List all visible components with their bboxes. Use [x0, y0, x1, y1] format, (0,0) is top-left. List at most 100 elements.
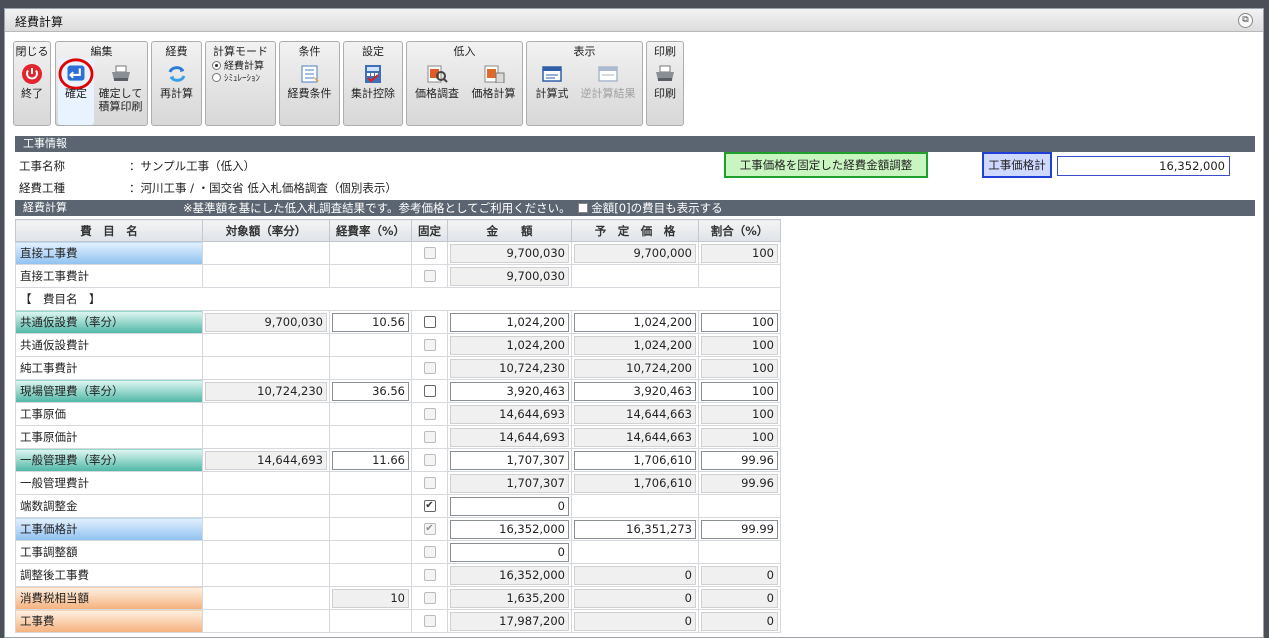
- cost-rate-cell: 10: [329, 586, 412, 610]
- cost-rate-cell: 11.66: [329, 448, 412, 472]
- mode-radio-cost-calc[interactable]: 経費計算: [212, 57, 264, 72]
- ratio-cell: 0: [698, 563, 781, 587]
- price-calculation-button[interactable]: 価格計算: [465, 58, 522, 125]
- project-name-value: ：サンプル工事（低入）: [129, 159, 256, 173]
- mode-radio-simulation-label: ｼﾐｭﾚｰｼｮﾝ: [224, 74, 261, 84]
- exit-button[interactable]: 終了: [14, 58, 50, 125]
- planned-price-field: 0: [574, 611, 696, 631]
- target-amount-field: 10,724,230: [205, 381, 327, 401]
- project-total-value: 16,352,000: [1057, 156, 1230, 176]
- planned-price-field[interactable]: 16,351,273: [574, 519, 696, 539]
- planned-price-cell: 0: [571, 609, 699, 633]
- cost-item-name: 消費税相当額: [15, 586, 203, 610]
- fixed-checkbox-checked[interactable]: ✔: [423, 500, 436, 512]
- amount-cell: 9,700,030: [447, 264, 572, 288]
- fixed-checkbox: [423, 615, 436, 627]
- amount-field[interactable]: 1,707,307: [450, 450, 569, 470]
- table-row: 消費税相当額 10 1,635,200 0 0: [15, 586, 781, 610]
- planned-price-cell: 1,024,200: [571, 310, 699, 334]
- cost-calculation-window: 経費計算 ⧉ 閉じる 終了 編集 確定 確定して 積算印刷 経費 再計算 計算モー…: [4, 8, 1264, 638]
- target-amount-cell: [202, 563, 330, 587]
- cost-item-name: 工事調整額: [15, 540, 203, 564]
- confirm-print-label-line2: 積算印刷: [98, 100, 143, 113]
- target-amount-cell: [202, 264, 330, 288]
- aggregate-deduction-button[interactable]: 集計控除: [344, 58, 402, 125]
- fixed-checkbox[interactable]: [423, 385, 436, 397]
- restore-window-icon[interactable]: ⧉: [1238, 13, 1253, 28]
- planned-price-field[interactable]: 1,706,610: [574, 450, 696, 470]
- planned-price-field[interactable]: 1,024,200: [574, 312, 696, 332]
- toolbar-group-display: 表示 計算式 逆計算結果: [526, 41, 643, 126]
- fixed-cell: [411, 425, 448, 449]
- fixed-checkbox: [423, 408, 436, 420]
- ratio-field: 100: [701, 335, 778, 355]
- mode-radio-simulation[interactable]: ｼﾐｭﾚｰｼｮﾝ: [212, 71, 260, 84]
- ratio-cell: 100: [698, 356, 781, 380]
- amount-cell: 1,024,200: [447, 333, 572, 357]
- ratio-field: 100: [701, 427, 778, 447]
- fixed-cell: [411, 609, 448, 633]
- planned-price-field[interactable]: 3,920,463: [574, 381, 696, 401]
- confirm-button[interactable]: 確定: [58, 58, 94, 125]
- amount-field[interactable]: 3,920,463: [450, 381, 569, 401]
- recalculate-label: 再計算: [160, 87, 193, 100]
- fixed-cell: [411, 241, 448, 265]
- cost-rate-field[interactable]: 11.66: [332, 450, 409, 470]
- amount-field[interactable]: 16,352,000: [450, 519, 569, 539]
- amount-field[interactable]: 1,024,200: [450, 312, 569, 332]
- price-survey-button[interactable]: 価格調査: [409, 58, 465, 125]
- reverse-calc-result-button[interactable]: 逆計算結果: [575, 58, 641, 125]
- confirm-print-label-line1: 確定して: [98, 87, 143, 100]
- ratio-field[interactable]: 99.96: [701, 450, 778, 470]
- ratio-field[interactable]: 99.99: [701, 519, 778, 539]
- table-row: 直接工事費計 9,700,030: [15, 264, 781, 288]
- cost-item-name: 工事原価計: [15, 425, 203, 449]
- ratio-cell: [698, 264, 781, 288]
- amount-field: 1,024,200: [450, 335, 569, 355]
- amount-cell: 1,024,200: [447, 310, 572, 334]
- confirm-print-label: 確定して 積算印刷: [94, 87, 147, 113]
- cost-rate-cell: [329, 425, 412, 449]
- formula-button[interactable]: 計算式: [529, 58, 575, 125]
- cost-item-name: 共通仮設費（率分）: [15, 310, 203, 334]
- fixed-checkbox: [423, 546, 436, 558]
- amount-field: 1,707,307: [450, 473, 569, 493]
- amount-field: 9,700,030: [450, 266, 569, 286]
- planned-price-cell: 16,351,273: [571, 517, 699, 541]
- target-amount-cell: [202, 494, 330, 518]
- amount-field[interactable]: 0: [450, 542, 569, 562]
- cost-rate-field[interactable]: 36.56: [332, 381, 409, 401]
- ratio-field: 0: [701, 588, 778, 608]
- recalculate-button[interactable]: 再計算: [152, 58, 201, 125]
- toolbar-group-calc-mode: 計算モード 経費計算 ｼﾐｭﾚｰｼｮﾝ: [205, 41, 276, 126]
- radio-unselected-icon: [212, 73, 221, 82]
- planned-price-cell: 14,644,663: [571, 402, 699, 426]
- col-header-name: 費 目 名: [15, 219, 203, 242]
- ratio-cell: [698, 540, 781, 564]
- ratio-field[interactable]: 100: [701, 312, 778, 332]
- fixed-cell: [411, 264, 448, 288]
- confirm-and-print-button[interactable]: 確定して 積算印刷: [94, 58, 147, 125]
- cost-item-name: 工事費: [15, 609, 203, 633]
- group-title-print: 印刷: [654, 45, 676, 58]
- fixed-price-adjust-button[interactable]: 工事価格を固定した経費金額調整: [724, 152, 928, 178]
- cost-condition-button[interactable]: 経費条件: [280, 58, 339, 125]
- planned-price-cell: 14,644,663: [571, 425, 699, 449]
- show-zero-checkbox[interactable]: [578, 203, 589, 213]
- project-total-button[interactable]: 工事価格計: [982, 152, 1052, 178]
- cost-rate-cell: [329, 540, 412, 564]
- print-button[interactable]: 印刷: [647, 58, 683, 125]
- amount-field[interactable]: 0: [450, 496, 569, 516]
- toolbar-group-settings: 設定 集計控除: [343, 41, 403, 126]
- cost-type-value: ：河川工事 / ・国交省 低入札価格調査（個別表示）: [129, 181, 397, 195]
- ratio-field[interactable]: 100: [701, 381, 778, 401]
- price-survey-label: 価格調査: [415, 87, 459, 100]
- cost-rate-cell: [329, 563, 412, 587]
- amount-field: 14,644,693: [450, 427, 569, 447]
- fixed-checkbox[interactable]: [423, 316, 436, 328]
- fixed-checkbox: [423, 592, 436, 604]
- target-amount-cell: [202, 586, 330, 610]
- show-zero-label: 金額[0]の費目も表示する: [591, 201, 723, 215]
- amount-field: 16,352,000: [450, 565, 569, 585]
- cost-rate-field[interactable]: 10.56: [332, 312, 409, 332]
